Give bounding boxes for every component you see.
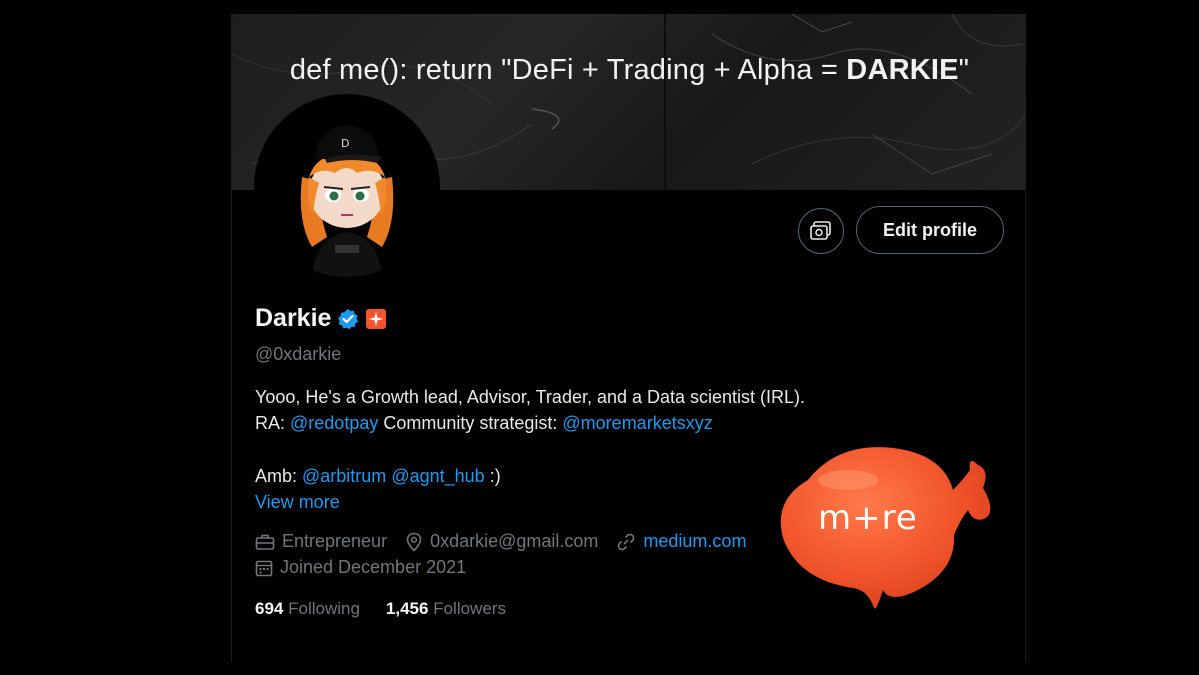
meta-row: Entrepreneur 0xdarkie@gmail.com medium.c…: [255, 531, 746, 552]
affiliate-badge-icon[interactable]: [365, 308, 387, 330]
following-link[interactable]: 694 Following: [255, 599, 360, 619]
screen: def me(): return "DeFi + Trading + Alpha…: [0, 0, 1199, 675]
briefcase-icon: [255, 534, 275, 550]
follow-stats: 694 Following 1,456 Followers: [255, 599, 506, 619]
camera-frame-icon: [810, 221, 831, 240]
calendar-icon: [255, 560, 273, 576]
mention-agnt-hub[interactable]: @agnt_hub: [391, 466, 484, 486]
joined-row: Joined December 2021: [255, 557, 466, 578]
name-row: Darkie: [255, 304, 387, 333]
media-button[interactable]: [798, 208, 844, 254]
banner-seam: [664, 14, 666, 190]
display-name: Darkie: [255, 304, 332, 332]
mention-redotpay[interactable]: @redotpay: [290, 413, 378, 433]
location: 0xdarkie@gmail.com: [405, 531, 598, 552]
handle: @0xdarkie: [255, 344, 342, 364]
joined-date: Joined December 2021: [280, 557, 467, 577]
profession: Entrepreneur: [255, 531, 387, 552]
location-pin-icon: [406, 532, 422, 552]
website-link[interactable]: medium.com: [643, 531, 746, 552]
view-more-link[interactable]: View more: [255, 492, 340, 513]
cartoon-avatar-icon: D: [300, 125, 394, 277]
bio-line-2: RA: @redotpay Community strategist: @mor…: [255, 413, 713, 433]
avatar[interactable]: D: [254, 94, 440, 280]
followers-link[interactable]: 1,456 Followers: [386, 599, 506, 619]
mention-moremarketsxyz[interactable]: @moremarketsxyz: [562, 413, 712, 433]
mention-arbitrum[interactable]: @arbitrum: [302, 466, 386, 486]
more-logo-text: m+re: [818, 498, 918, 538]
edit-profile-button[interactable]: Edit profile: [856, 206, 1004, 254]
verified-badge-icon[interactable]: [337, 308, 359, 330]
banner-headline: def me(): return "DeFi + Trading + Alpha…: [289, 54, 970, 86]
bio-line-1: Yooo, He's a Growth lead, Advisor, Trade…: [255, 387, 806, 407]
website: medium.com: [616, 531, 746, 552]
svg-text:D: D: [341, 137, 349, 150]
link-icon: [618, 533, 635, 550]
